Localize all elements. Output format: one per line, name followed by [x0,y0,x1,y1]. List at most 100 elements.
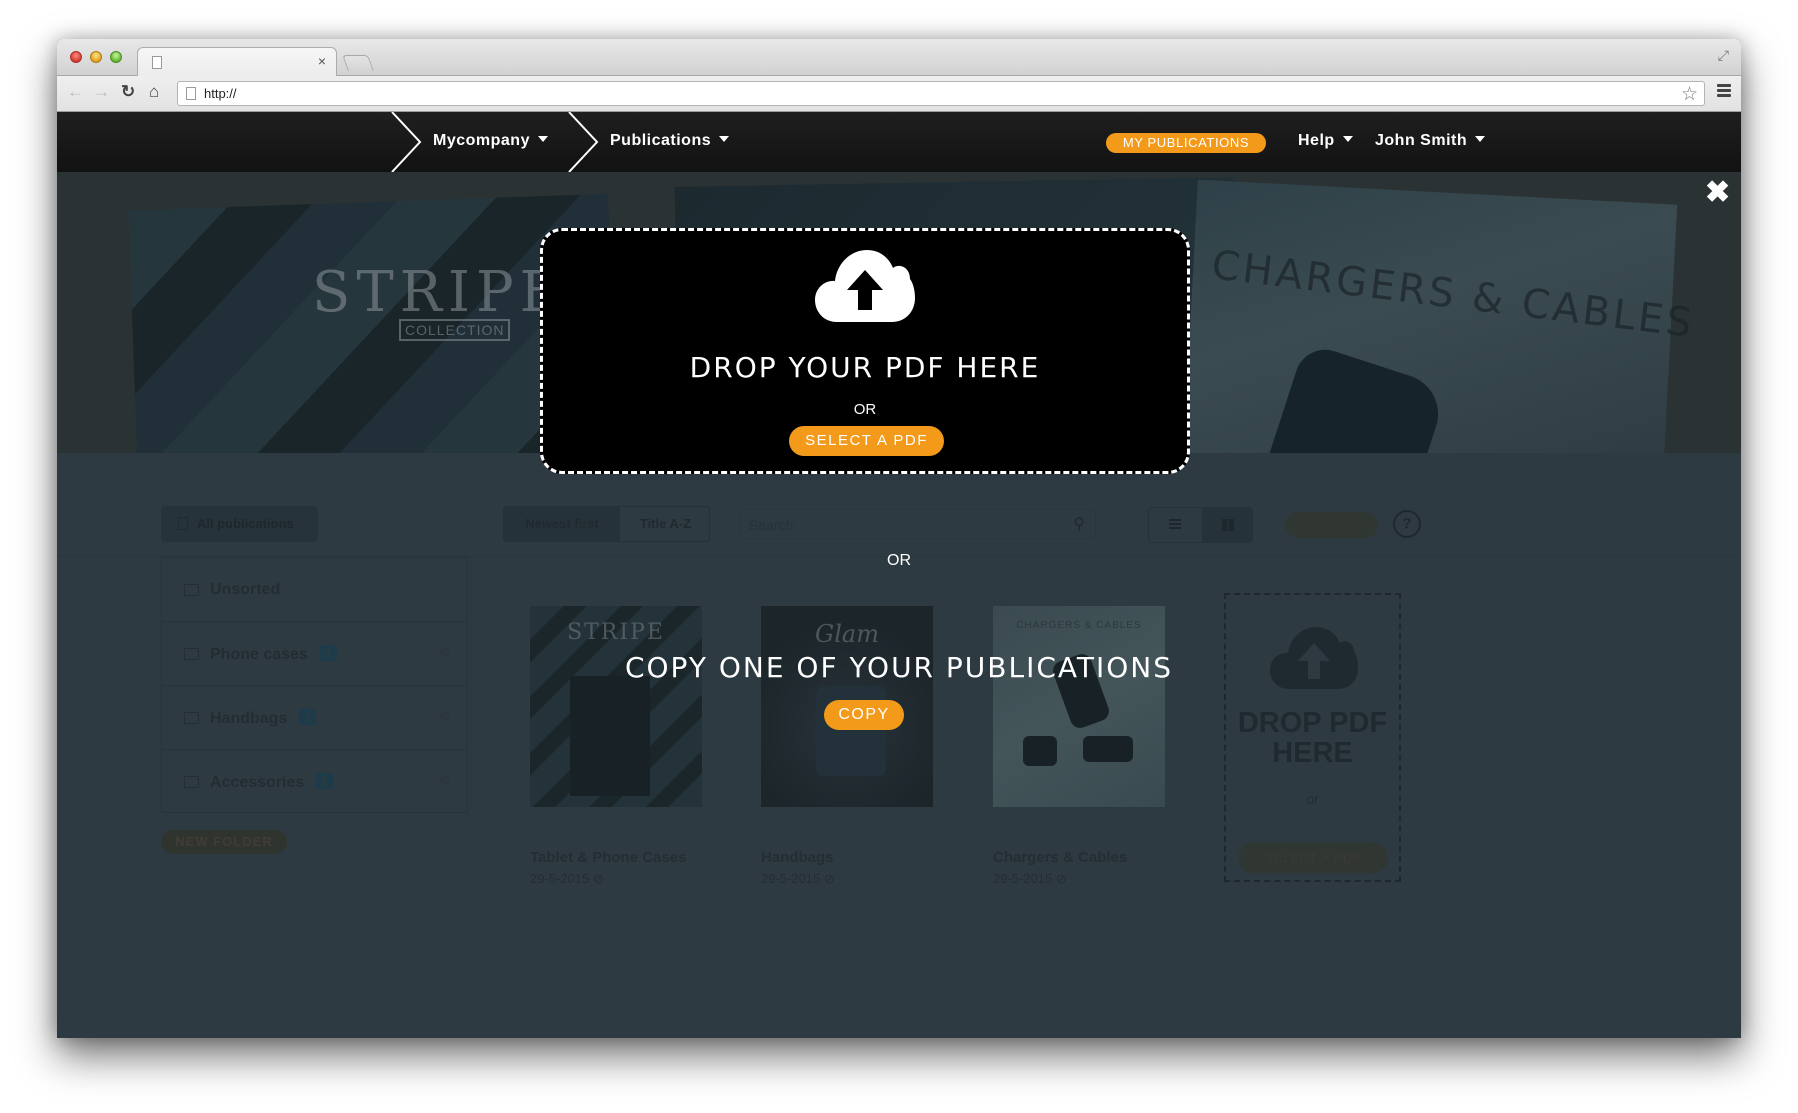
unpublished-icon: ⊘ [1055,871,1067,886]
pdf-dropzone[interactable]: DROP YOUR PDF HERE OR SELECT A PDF [540,228,1190,474]
browser-tab[interactable]: × [137,47,337,77]
view-toggle [1148,507,1253,543]
search-placeholder: Search [749,517,794,533]
new-folder-button[interactable]: NEW FOLDER [161,830,287,854]
page-icon [152,56,162,69]
gear-icon[interactable]: ⚙ [438,708,451,725]
grid-icon [1222,519,1234,531]
cover-title: STRIPE [567,620,665,645]
list-icon [1169,519,1181,531]
upload-card-or: or [1306,791,1319,807]
user-menu[interactable]: John Smith [1375,132,1486,150]
folder-item[interactable]: Accessories 1 ⚙ [162,750,467,814]
upload-card-title: DROP PDF HERE [1237,707,1388,769]
breadcrumb-separator-icon [568,112,599,172]
dropzone-or: OR [853,401,877,418]
cover-title: Glam [815,620,879,648]
my-publications-button[interactable]: MY PUBLICATIONS [1106,133,1266,153]
folder-icon [184,712,199,724]
all-publications-label: All publications [197,516,294,531]
cover-product-image [1023,736,1057,766]
reload-icon[interactable]: ↻ [121,82,135,102]
menu-icon[interactable] [1717,84,1731,99]
toolbar-action-button[interactable] [1285,512,1378,538]
dropzone-title: DROP YOUR PDF HERE [689,351,1041,384]
folder-count-badge: 1 [299,709,317,725]
address-bar[interactable]: http:// ☆ [177,81,1705,106]
breadcrumb-label: Publications [610,132,712,149]
back-icon[interactable]: ← [67,82,84,102]
grid-view-button[interactable] [1202,508,1252,542]
user-name: John Smith [1375,132,1468,149]
folder-icon [184,776,199,788]
hero-stripe-subtitle: COLLECTION [399,319,511,341]
minimize-window-button[interactable] [90,51,102,63]
list-view-button[interactable] [1149,508,1202,542]
publication-date: 29-5-2015 [530,871,590,886]
tab-bar: × ⤢ [57,39,1741,77]
breadcrumb-publications[interactable]: Publications [610,132,730,150]
close-overlay-icon[interactable]: ✖ [1705,178,1730,208]
gear-icon[interactable]: ⚙ [438,772,451,789]
unpublished-icon: ⊘ [592,871,604,886]
fullscreen-icon[interactable]: ⤢ [1718,47,1729,64]
breadcrumb-label: Mycompany [433,132,530,149]
cover-product-image [1083,736,1133,762]
caret-down-icon [1475,136,1486,142]
breadcrumb-separator-icon [391,112,422,172]
cloud-upload-icon [815,250,915,322]
sort-newest-button[interactable]: Newest first [504,507,620,541]
forward-icon[interactable]: → [93,82,110,102]
breadcrumb-mycompany[interactable]: Mycompany [433,132,548,150]
unpublished-icon: ⊘ [823,871,835,886]
publication-title[interactable]: Chargers & Cables [993,849,1165,866]
publication-date: 29-5-2015 [993,871,1053,886]
page-icon [186,87,196,100]
maximize-window-button[interactable] [110,51,122,63]
folder-name: Accessories [210,774,305,791]
caret-down-icon [1342,136,1353,142]
close-window-button[interactable] [70,51,82,63]
all-publications-button[interactable]: All publications [161,506,318,542]
document-icon [178,517,188,530]
caret-down-icon [537,136,548,142]
publication-thumbnail[interactable]: STRIPE [530,606,702,807]
tab-close-icon[interactable]: × [318,53,326,69]
cover-title: CHARGERS & CABLES [1016,620,1142,631]
folder-name: Unsorted [210,581,281,598]
upload-drop-card[interactable]: DROP PDF HERE or SELECT A PDF [1224,593,1401,882]
folder-item[interactable]: Handbags 1 ⚙ [162,686,467,750]
help-icon[interactable]: ? [1393,510,1421,538]
cover-product-image [570,676,650,796]
app-navbar: Mycompany Publications MY PUBLICATIONS H… [57,112,1741,172]
home-icon[interactable]: ⌂ [149,82,159,102]
new-tab-button[interactable] [342,55,374,71]
folder-icon [184,584,199,596]
folder-list: Unsorted Phone cases 1 ⚙ Handbags 1 ⚙ Acce… [161,557,468,813]
help-menu[interactable]: Help [1298,132,1353,150]
publication-title[interactable]: Tablet & Phone Cases [530,849,702,866]
folder-count-badge: 1 [316,773,333,789]
search-input[interactable]: Search ⚲ [740,509,1096,539]
folder-name: Handbags [210,710,288,727]
search-icon[interactable]: ⚲ [1073,514,1085,534]
copy-button[interactable]: COPY [824,700,904,730]
browser-toolbar: ← → ↻ ⌂ http:// ☆ [57,76,1741,112]
publication-card[interactable]: Glam Handbags 29-5-2015 ⊘ [761,606,933,887]
sort-toggle: Newest first Title A-Z [503,506,710,542]
overlay-or-separator: OR [887,552,911,569]
sort-title-button[interactable]: Title A-Z [620,507,709,541]
bookmark-star-icon[interactable]: ☆ [1681,83,1698,106]
select-pdf-button[interactable]: SELECT A PDF [789,426,944,456]
upload-card-select-button[interactable]: SELECT A PDF [1238,843,1388,873]
publication-thumbnail[interactable]: CHARGERS & CABLES [993,606,1165,807]
hero-stripe-title: STRIPE [312,260,567,325]
publication-title[interactable]: Handbags [761,849,933,866]
publication-card[interactable]: STRIPE Tablet & Phone Cases 29-5-2015 ⊘ [530,606,702,887]
browser-window: × ⤢ ← → ↻ ⌂ http:// ☆ Mycompany Publicat… [57,39,1741,1038]
publication-date: 29-5-2015 [761,871,821,886]
publication-card[interactable]: CHARGERS & CABLES Chargers & Cables 29-5… [993,606,1165,887]
caret-down-icon [719,136,730,142]
help-label: Help [1298,132,1335,149]
url-text[interactable]: http:// [204,86,237,101]
